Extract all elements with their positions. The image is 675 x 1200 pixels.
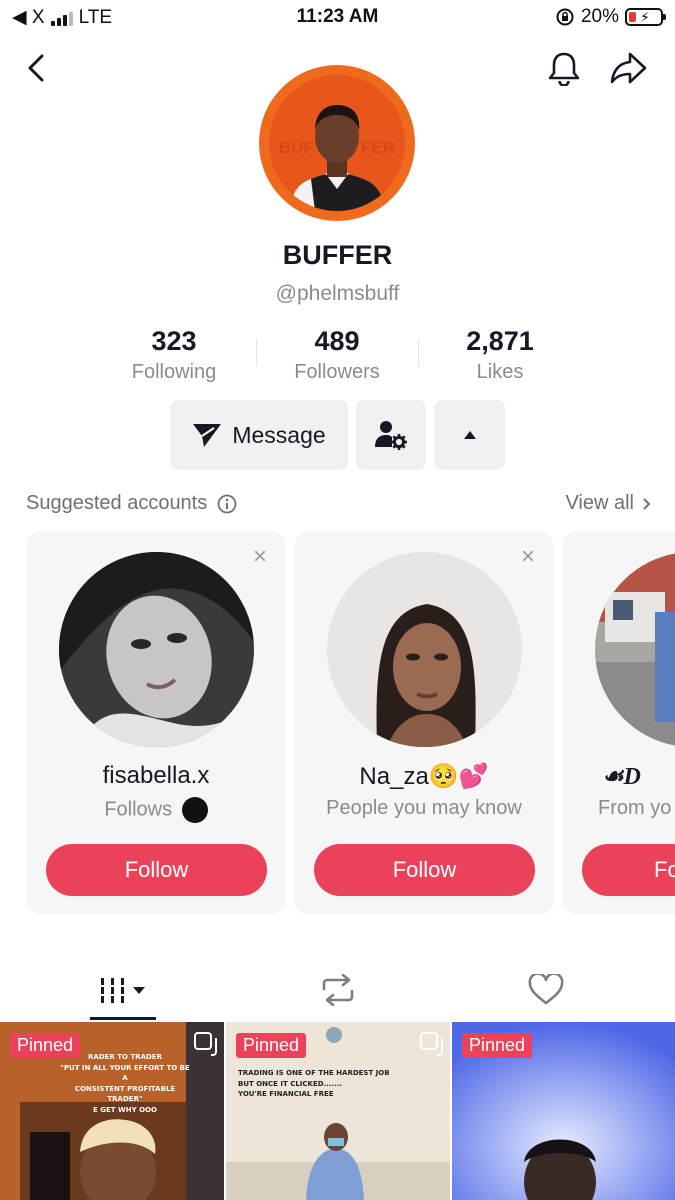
info-icon[interactable] — [217, 494, 237, 514]
stat-likes[interactable]: 2,871 Likes — [420, 326, 580, 384]
suggested-subtitle: Follows — [26, 797, 286, 823]
multi-photo-icon — [420, 1032, 443, 1056]
suggested-avatar[interactable] — [595, 552, 675, 747]
video-caption: RADER TO TRADER "PUT IN ALL YOUR EFFORT T… — [60, 1053, 190, 1114]
share-button[interactable] — [606, 46, 650, 90]
view-all-link[interactable]: View all — [565, 492, 651, 515]
profile-handle: @phelmsbuff — [275, 282, 400, 305]
suggested-subtitle: People you may know — [326, 797, 522, 819]
likes-count: 2,871 — [466, 326, 534, 356]
video-thumbnail[interactable]: Pinned — [452, 1022, 675, 1200]
following-label: Following — [131, 361, 217, 383]
stat-following[interactable]: 323 Following — [94, 326, 254, 384]
svg-text:FER: FER — [361, 138, 395, 157]
profile-avatar[interactable]: BUF FER — [259, 65, 415, 221]
suggested-subtitle: From yo — [598, 797, 672, 819]
suggested-title-label: Suggested accounts — [26, 492, 208, 514]
chevron-left-icon — [28, 54, 44, 82]
pinned-badge: Pinned — [10, 1033, 81, 1058]
battery-percent: 20% — [580, 6, 619, 27]
chevron-right-icon — [643, 497, 651, 510]
tab-reposts[interactable] — [225, 960, 450, 1020]
repost-icon — [322, 974, 353, 1006]
dismiss-icon[interactable]: × — [248, 545, 272, 570]
tab-videos[interactable] — [10, 960, 235, 1020]
avatar-photo: BUF FER — [269, 75, 405, 211]
stat-divider — [418, 340, 419, 366]
suggested-card[interactable]: ☙D From yo Fo — [562, 532, 675, 914]
suggested-name[interactable]: fisabella.x — [26, 762, 286, 790]
followers-label: Followers — [294, 361, 380, 383]
follow-button[interactable]: Follow — [314, 844, 535, 896]
status-right: 20% ⚡ — [555, 6, 666, 28]
user-gear-icon — [375, 421, 407, 450]
active-tab-indicator — [90, 1017, 156, 1020]
toggle-suggestions-button[interactable] — [434, 400, 505, 470]
send-icon — [193, 424, 222, 447]
multi-photo-icon — [194, 1032, 217, 1056]
grid-icon — [100, 978, 145, 1003]
message-label: Message — [232, 421, 326, 448]
triangle-up-icon — [463, 431, 476, 439]
back-button[interactable] — [14, 46, 58, 90]
video-caption: TRADING IS ONE OF THE HARDEST JOB BUT ONC… — [238, 1069, 390, 1098]
notifications-button[interactable] — [542, 46, 586, 90]
suggested-card[interactable]: × fisabella.x Follows Follow — [26, 532, 286, 914]
status-bar: ◀ X LTE 11:23 AM 20% ⚡ — [0, 0, 675, 34]
pinned-badge: Pinned — [236, 1033, 307, 1058]
followers-count: 489 — [314, 326, 360, 356]
follow-button[interactable]: Fo — [582, 844, 675, 896]
suggested-card[interactable]: × Na_za🥺💕 People you may know Follow — [294, 532, 554, 914]
tab-liked[interactable] — [433, 960, 658, 1020]
follow-button[interactable]: Follow — [46, 844, 267, 896]
pinned-badge: Pinned — [462, 1033, 533, 1058]
battery-icon: ⚡ — [625, 8, 666, 26]
video-thumbnail[interactable]: TRADING IS ONE OF THE HARDEST JOB BUT ONC… — [226, 1022, 450, 1200]
heart-icon — [528, 974, 563, 1005]
share-arrow-icon — [610, 52, 647, 84]
svg-text:BUF: BUF — [279, 138, 314, 157]
message-button[interactable]: Message — [170, 400, 348, 470]
orientation-lock-icon — [556, 8, 574, 26]
follow-button-label: Fo — [654, 857, 675, 882]
profile-tabs — [0, 960, 675, 1020]
following-count: 323 — [151, 326, 197, 356]
bell-icon — [548, 52, 580, 86]
suggested-name[interactable]: Na_za🥺💕 — [294, 762, 554, 791]
suggested-accounts-title: Suggested accounts — [26, 492, 237, 515]
dismiss-icon[interactable]: × — [516, 545, 540, 570]
mutual-avatar — [181, 797, 208, 823]
suggested-avatar[interactable] — [59, 552, 254, 747]
view-all-label: View all — [565, 492, 634, 514]
suggested-avatar[interactable] — [327, 552, 522, 747]
suggested-subtitle-text: Follows — [104, 798, 173, 821]
stat-followers[interactable]: 489 Followers — [257, 326, 417, 384]
video-thumbnail[interactable]: RADER TO TRADER "PUT IN ALL YOUR EFFORT T… — [0, 1022, 224, 1200]
follow-settings-button[interactable] — [356, 400, 426, 470]
likes-label: Likes — [476, 361, 524, 383]
profile-name: BUFFER — [282, 240, 393, 270]
suggested-name[interactable]: ☙D — [602, 762, 641, 791]
